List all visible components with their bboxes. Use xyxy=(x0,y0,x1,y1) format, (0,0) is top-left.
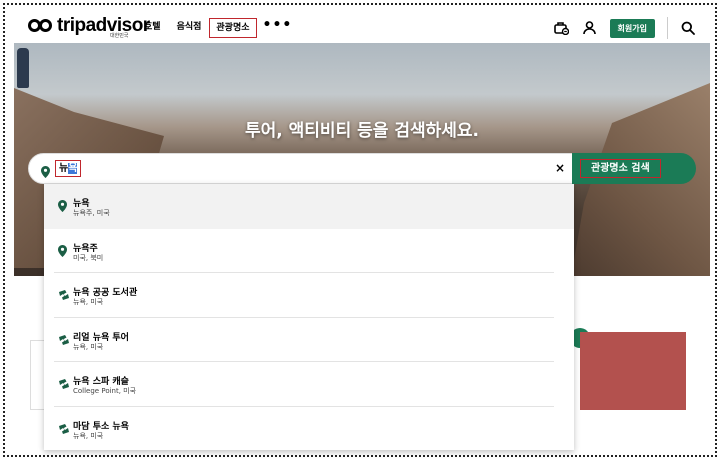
owl-logo-icon xyxy=(28,19,54,33)
signup-button[interactable]: 회원가입 xyxy=(609,18,655,38)
suggestion-location: 뉴욕, 미국 xyxy=(73,342,104,351)
more-menu-button[interactable]: ••• xyxy=(257,18,299,38)
suggestion-item[interactable]: 리얼 뉴욕 투어 뉴욕, 미국 xyxy=(54,318,554,362)
suggestion-location: 뉴욕, 미국 xyxy=(73,431,104,440)
top-header: tripadvisor 대한민국 호텔 음식점 관광명소 ••• 회원가입 xyxy=(14,12,710,46)
clear-search-button[interactable]: × xyxy=(555,161,565,175)
redacted-block xyxy=(580,332,686,410)
tripadvisor-logo[interactable]: tripadvisor xyxy=(28,16,150,36)
suggestion-location: 미국, 북미 xyxy=(73,253,104,262)
logo-region: 대한민국 xyxy=(110,33,129,39)
ticket-icon xyxy=(58,420,70,434)
nav-attractions[interactable]: 관광명소 xyxy=(209,18,257,38)
ticket-icon xyxy=(58,375,70,389)
trips-suitcase-icon[interactable] xyxy=(554,20,570,36)
location-pin-icon xyxy=(58,197,70,212)
query-selected: 욕 xyxy=(68,163,78,174)
hero-title: 투어, 액티비티 등을 검색하세요. xyxy=(245,121,479,141)
search-button-label: 관광명소 검색 xyxy=(580,159,661,178)
nav-hotels[interactable]: 호텔 xyxy=(136,18,169,38)
ticket-icon xyxy=(58,331,70,345)
header-actions: 회원가입 xyxy=(554,17,696,39)
hiker-figure xyxy=(17,48,29,88)
attraction-search-button[interactable]: 관광명소 검색 xyxy=(572,153,696,184)
header-divider xyxy=(667,17,668,39)
nav-restaurants[interactable]: 음식점 xyxy=(169,18,210,38)
search-query-text[interactable]: 뉴욕 xyxy=(55,160,82,177)
suggestion-item[interactable]: 마담 투소 뉴욕 뉴욕, 미국 xyxy=(54,407,554,451)
search-suggestions-dropdown: 뉴욕 뉴욕주, 미국 뉴욕주 미국, 북미 뉴욕 공공 도서관 뉴욕, 미국 리… xyxy=(44,184,574,450)
query-typed: 뉴 xyxy=(59,163,69,174)
search-icon[interactable] xyxy=(680,20,696,36)
suggestion-item[interactable]: 뉴욕 스파 캐슬 College Point, 미국 xyxy=(54,362,554,407)
ticket-icon xyxy=(58,286,70,300)
suggestion-item[interactable]: 뉴욕 공공 도서관 뉴욕, 미국 xyxy=(54,273,554,318)
user-profile-icon[interactable] xyxy=(582,20,598,36)
location-pin-icon xyxy=(41,163,50,182)
suggestion-location: College Point, 미국 xyxy=(73,387,137,395)
suggestion-item[interactable]: 뉴욕 뉴욕주, 미국 xyxy=(44,184,574,229)
suggestion-location: 뉴욕, 미국 xyxy=(73,298,104,306)
main-nav: 호텔 음식점 관광명소 ••• xyxy=(136,18,298,38)
suggestion-item[interactable]: 뉴욕주 미국, 북미 xyxy=(54,229,554,273)
suggestion-location: 뉴욕주, 미국 xyxy=(73,209,110,217)
location-pin-icon xyxy=(58,242,70,257)
search-field[interactable]: 뉴욕 × xyxy=(28,153,576,184)
